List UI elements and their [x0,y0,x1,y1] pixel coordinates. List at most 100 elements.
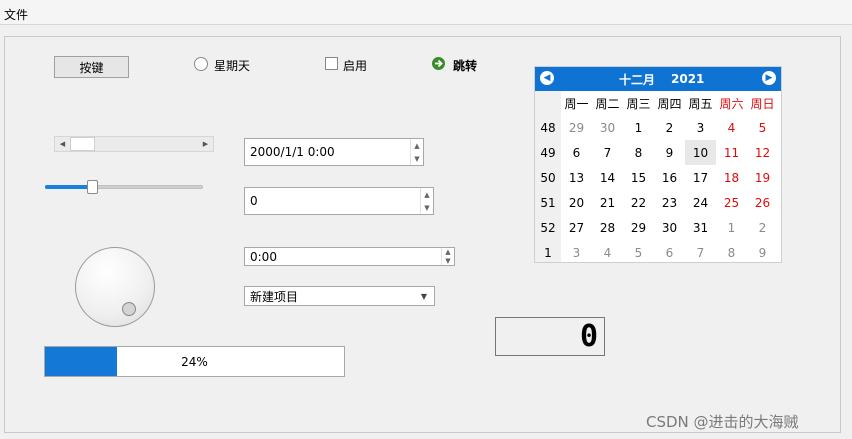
dial[interactable] [75,247,155,327]
calendar-day[interactable]: 12 [747,140,778,165]
calendar-day[interactable]: 10 [685,140,716,165]
next-month-icon[interactable]: ▶ [762,71,776,85]
calendar-day[interactable]: 11 [716,140,747,165]
time-edit[interactable]: 0:00 ▲ ▼ [244,247,455,266]
calendar-day[interactable]: 26 [747,190,778,215]
week-number: 52 [540,220,556,235]
calendar-year[interactable]: 2021 [671,67,704,91]
calendar-day[interactable]: 15 [623,165,654,190]
lcd-number: 0 [495,317,605,356]
calendar-day[interactable]: 4 [716,115,747,140]
calendar-day[interactable]: 1 [716,215,747,240]
calendar-day[interactable]: 18 [716,165,747,190]
combo-value[interactable]: 新建项目 [250,287,298,305]
spin-buttons: ▲ ▼ [441,248,454,265]
radio-button[interactable] [194,57,208,71]
week-number: 49 [540,145,556,160]
weekday-header: 周一 [564,96,589,111]
calendar-day[interactable]: 31 [685,215,716,240]
calendar-nav-bar: ◀ 十二月 2021 ▶ [535,67,781,91]
scroll-thumb[interactable] [70,137,95,151]
spin-buttons: ▲ ▼ [420,188,433,214]
spin-down-icon[interactable]: ▼ [421,201,433,214]
slider-handle[interactable] [86,180,98,194]
weekday-header: 周五 [688,96,713,111]
calendar-day[interactable]: 3 [561,240,592,265]
calendar-day[interactable]: 3 [685,115,716,140]
calendar-day[interactable]: 17 [685,165,716,190]
calendar-day[interactable]: 24 [685,190,716,215]
calendar-day[interactable]: 6 [561,140,592,165]
spinbox-value[interactable]: 0 [250,188,258,214]
calendar-day[interactable]: 1 [623,115,654,140]
weekday-header: 周二 [595,96,620,111]
menu-file[interactable]: 文件 [4,6,28,23]
calendar[interactable]: ◀ 十二月 2021 ▶ 周一 周二 周三 周四 周五 周六 周日 48 49 50 51 52 1 29… [534,66,782,263]
chevron-down-icon[interactable]: ▼ [417,287,431,305]
calendar-day[interactable]: 7 [592,140,623,165]
scroll-right-icon[interactable]: ▶ [198,137,213,151]
spin-down-icon[interactable]: ▼ [411,152,423,165]
calendar-day[interactable]: 2 [654,115,685,140]
weekday-header: 周三 [626,96,651,111]
calendar-day[interactable]: 9 [654,140,685,165]
week-number: 51 [540,195,556,210]
calendar-day[interactable]: 8 [716,240,747,265]
datetime-edit[interactable]: 2000/1/1 0:00 ▲ ▼ [244,138,424,166]
time-value[interactable]: 0:00 [250,248,277,265]
progress-bar: 24% [44,346,345,377]
calendar-day[interactable]: 13 [561,165,592,190]
calendar-day[interactable]: 27 [561,215,592,240]
scroll-left-icon[interactable]: ◀ [55,137,70,151]
spin-buttons: ▲ ▼ [410,139,423,165]
arrow-right-icon[interactable] [432,57,445,70]
calendar-month[interactable]: 十二月 [619,67,655,91]
horizontal-scrollbar[interactable]: ◀ ▶ [54,136,214,152]
calendar-day[interactable]: 20 [561,190,592,215]
push-button[interactable]: 按键 [54,56,129,78]
week-number: 50 [540,170,556,185]
radio-label[interactable]: 星期天 [214,57,250,74]
arrow-right-icon-svg [435,59,443,68]
prev-month-icon[interactable]: ◀ [540,71,554,85]
watermark: CSDN @进击的大海贼 [646,413,799,431]
dial-knob[interactable] [122,302,136,316]
calendar-day[interactable]: 6 [654,240,685,265]
calendar-day[interactable]: 28 [592,215,623,240]
calendar-day[interactable]: 14 [592,165,623,190]
calendar-day[interactable]: 29 [623,215,654,240]
weekday-header: 周日 [750,96,775,111]
datetime-value[interactable]: 2000/1/1 0:00 [250,139,335,165]
calendar-day[interactable]: 23 [654,190,685,215]
calendar-day[interactable]: 16 [654,165,685,190]
calendar-day[interactable]: 9 [747,240,778,265]
calendar-day[interactable]: 5 [623,240,654,265]
spin-up-icon[interactable]: ▲ [411,139,423,152]
calendar-day[interactable]: 21 [592,190,623,215]
enable-checkbox[interactable] [325,57,338,70]
checkbox-label[interactable]: 启用 [343,57,367,74]
calendar-day[interactable]: 30 [592,115,623,140]
integer-spinbox[interactable]: 0 ▲ ▼ [244,187,434,215]
lcd-value: 0 [579,319,598,354]
calendar-day[interactable]: 30 [654,215,685,240]
calendar-day[interactable]: 29 [561,115,592,140]
calendar-day[interactable]: 19 [747,165,778,190]
weekday-header: 周四 [657,96,682,111]
calendar-day[interactable]: 2 [747,215,778,240]
calendar-day[interactable]: 4 [592,240,623,265]
combo-box[interactable]: 新建项目 ▼ [244,286,435,306]
week-number: 48 [540,120,556,135]
calendar-day[interactable]: 7 [685,240,716,265]
spin-up-icon[interactable]: ▲ [421,188,433,201]
progress-text: 24% [181,354,208,369]
calendar-day[interactable]: 25 [716,190,747,215]
command-link-label[interactable]: 跳转 [453,57,477,74]
calendar-day[interactable]: 22 [623,190,654,215]
spin-up-icon[interactable]: ▲ [442,248,454,257]
slider-fill [45,185,93,189]
spin-down-icon[interactable]: ▼ [442,257,454,266]
weekday-header: 周六 [719,96,744,111]
calendar-day[interactable]: 5 [747,115,778,140]
calendar-day[interactable]: 8 [623,140,654,165]
